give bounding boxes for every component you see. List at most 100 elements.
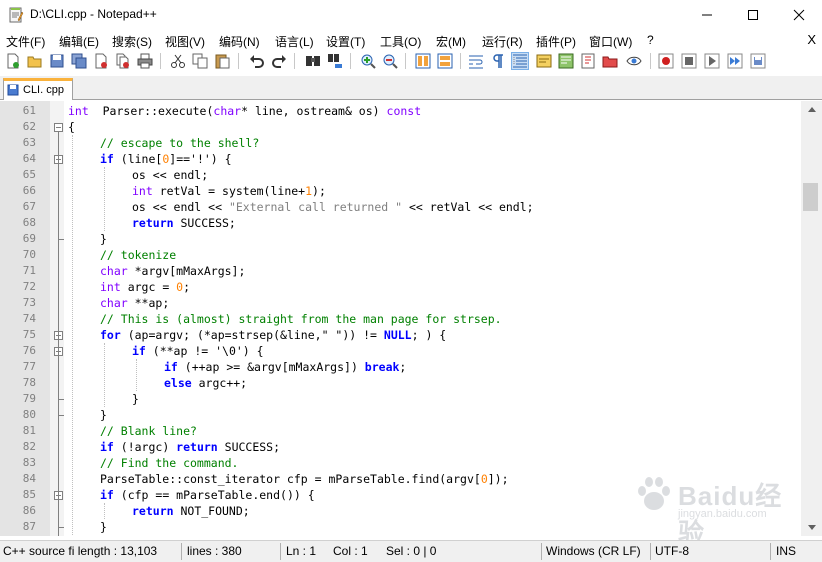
undo-icon[interactable] [249, 53, 265, 69]
close-document-button[interactable]: X [807, 32, 816, 47]
code-token: int [100, 280, 121, 294]
folder-workspace-icon[interactable] [602, 53, 618, 69]
vertical-scrollbar[interactable] [801, 101, 822, 536]
status-divider [181, 543, 182, 560]
status-lines: lines : 380 [187, 544, 242, 558]
redo-icon[interactable] [271, 53, 287, 69]
tab-bar: CLI. cpp [0, 76, 822, 100]
menu-item[interactable]: 编码(N) [219, 33, 260, 50]
status-insert-mode[interactable]: INS [776, 544, 796, 558]
paste-icon[interactable] [214, 53, 230, 69]
scroll-down-button[interactable] [801, 519, 822, 536]
code-token: argc++; [191, 376, 248, 390]
fold-toggle[interactable] [54, 123, 63, 132]
document-map-icon[interactable] [558, 53, 574, 69]
chevron-up-icon [807, 107, 816, 112]
code-token: SUCCESS; [173, 216, 236, 230]
code-token: // escape to the shell? [100, 136, 260, 150]
code-line: } [132, 391, 139, 407]
menu-item[interactable]: 插件(P) [536, 33, 576, 50]
tab-cli-cpp[interactable]: CLI. cpp [3, 78, 73, 100]
paw-logo-icon [638, 477, 670, 510]
find-icon[interactable] [305, 53, 321, 69]
function-list-icon[interactable] [580, 53, 596, 69]
word-wrap-icon[interactable] [468, 53, 484, 69]
menu-item[interactable]: 语言(L) [275, 33, 314, 50]
code-token: char [213, 104, 242, 118]
toolbar [0, 50, 822, 72]
code-token: ; ) { [411, 328, 447, 342]
replace-icon[interactable] [327, 53, 343, 69]
zoom-out-icon[interactable] [382, 53, 398, 69]
code-line: char **ap; [100, 295, 169, 311]
new-file-icon[interactable] [5, 53, 21, 69]
line-number: 77 [22, 360, 36, 373]
save-icon[interactable] [49, 53, 65, 69]
sync-vertical-icon[interactable] [415, 53, 431, 69]
code-token: SUCCESS; [217, 440, 281, 454]
macro-stop-icon[interactable] [681, 53, 697, 69]
code-line: } [100, 231, 107, 247]
code-token: "External call returned " [228, 200, 403, 214]
chevron-down-icon [807, 525, 816, 530]
menu-item[interactable]: 工具(O) [380, 33, 421, 50]
minimize-button[interactable] [684, 0, 730, 30]
close-all-icon[interactable] [115, 53, 131, 69]
line-number: 73 [22, 296, 36, 309]
scrollbar-thumb[interactable] [803, 183, 818, 211]
code-token: int [68, 104, 89, 118]
show-all-chars-icon[interactable] [490, 53, 506, 69]
menu-item[interactable]: 视图(V) [165, 33, 205, 50]
code-token: // This is (almost) straight from the ma… [100, 312, 502, 326]
menu-item[interactable]: 设置(T) [326, 33, 365, 50]
status-eol[interactable]: Windows (CR LF) [546, 544, 641, 558]
print-icon[interactable] [137, 53, 153, 69]
status-divider [650, 543, 651, 560]
menu-item[interactable]: 文件(F) [6, 33, 45, 50]
code-line: os << endl << "External call returned " … [132, 199, 534, 215]
code-line: int Parser::execute(char* line, ostream&… [68, 103, 421, 119]
indent-guide-icon[interactable] [511, 52, 529, 70]
status-bar: C++ source fi length : 13,103 lines : 38… [0, 540, 822, 562]
line-number: 69 [22, 232, 36, 245]
open-file-icon[interactable] [27, 53, 43, 69]
macro-record-icon[interactable] [658, 53, 674, 69]
code-token: ); [312, 184, 326, 198]
sync-horizontal-icon[interactable] [437, 53, 453, 69]
menu-item[interactable]: 运行(R) [482, 33, 523, 50]
code-line: if (line[0]=='!') { [100, 151, 232, 167]
notepadpp-app-icon[interactable] [8, 7, 24, 23]
menu-item[interactable]: ? [647, 33, 654, 47]
code-token: ; [399, 360, 407, 374]
save-all-icon[interactable] [71, 53, 87, 69]
copy-icon[interactable] [192, 53, 208, 69]
macro-run-multiple-icon[interactable] [727, 53, 743, 69]
close-button[interactable] [776, 0, 822, 30]
code-token: } [100, 520, 107, 534]
monitoring-eye-icon[interactable] [626, 53, 642, 69]
baidu-watermark: Baidu经验 jingyan.baidu.com [634, 468, 784, 548]
menu-item[interactable]: 窗口(W) [589, 33, 632, 50]
macro-play-icon[interactable] [704, 53, 720, 69]
line-number: 71 [22, 264, 36, 277]
menu-item[interactable]: 宏(M) [436, 33, 466, 50]
watermark-url: jingyan.baidu.com [678, 508, 767, 520]
code-token: if [100, 152, 114, 166]
fold-margin[interactable] [50, 101, 64, 536]
code-line: else argc++; [164, 375, 247, 391]
scroll-up-button[interactable] [801, 101, 822, 118]
status-encoding[interactable]: UTF-8 [655, 544, 689, 558]
cut-icon[interactable] [170, 53, 186, 69]
macro-save-icon[interactable] [750, 53, 766, 69]
zoom-in-icon[interactable] [360, 53, 376, 69]
menu-item[interactable]: 编辑(E) [59, 33, 99, 50]
maximize-button[interactable] [730, 0, 776, 30]
fold-line [58, 132, 59, 536]
close-file-icon[interactable] [93, 53, 109, 69]
minimize-icon [702, 14, 712, 16]
code-line: return NOT_FOUND; [132, 503, 250, 519]
user-language-icon[interactable] [536, 53, 552, 69]
code-line: if (++ap >= &argv[mMaxArgs]) break; [164, 359, 406, 375]
menu-item[interactable]: 搜索(S) [112, 33, 152, 50]
code-line: if (**ap != '\0') { [132, 343, 264, 359]
